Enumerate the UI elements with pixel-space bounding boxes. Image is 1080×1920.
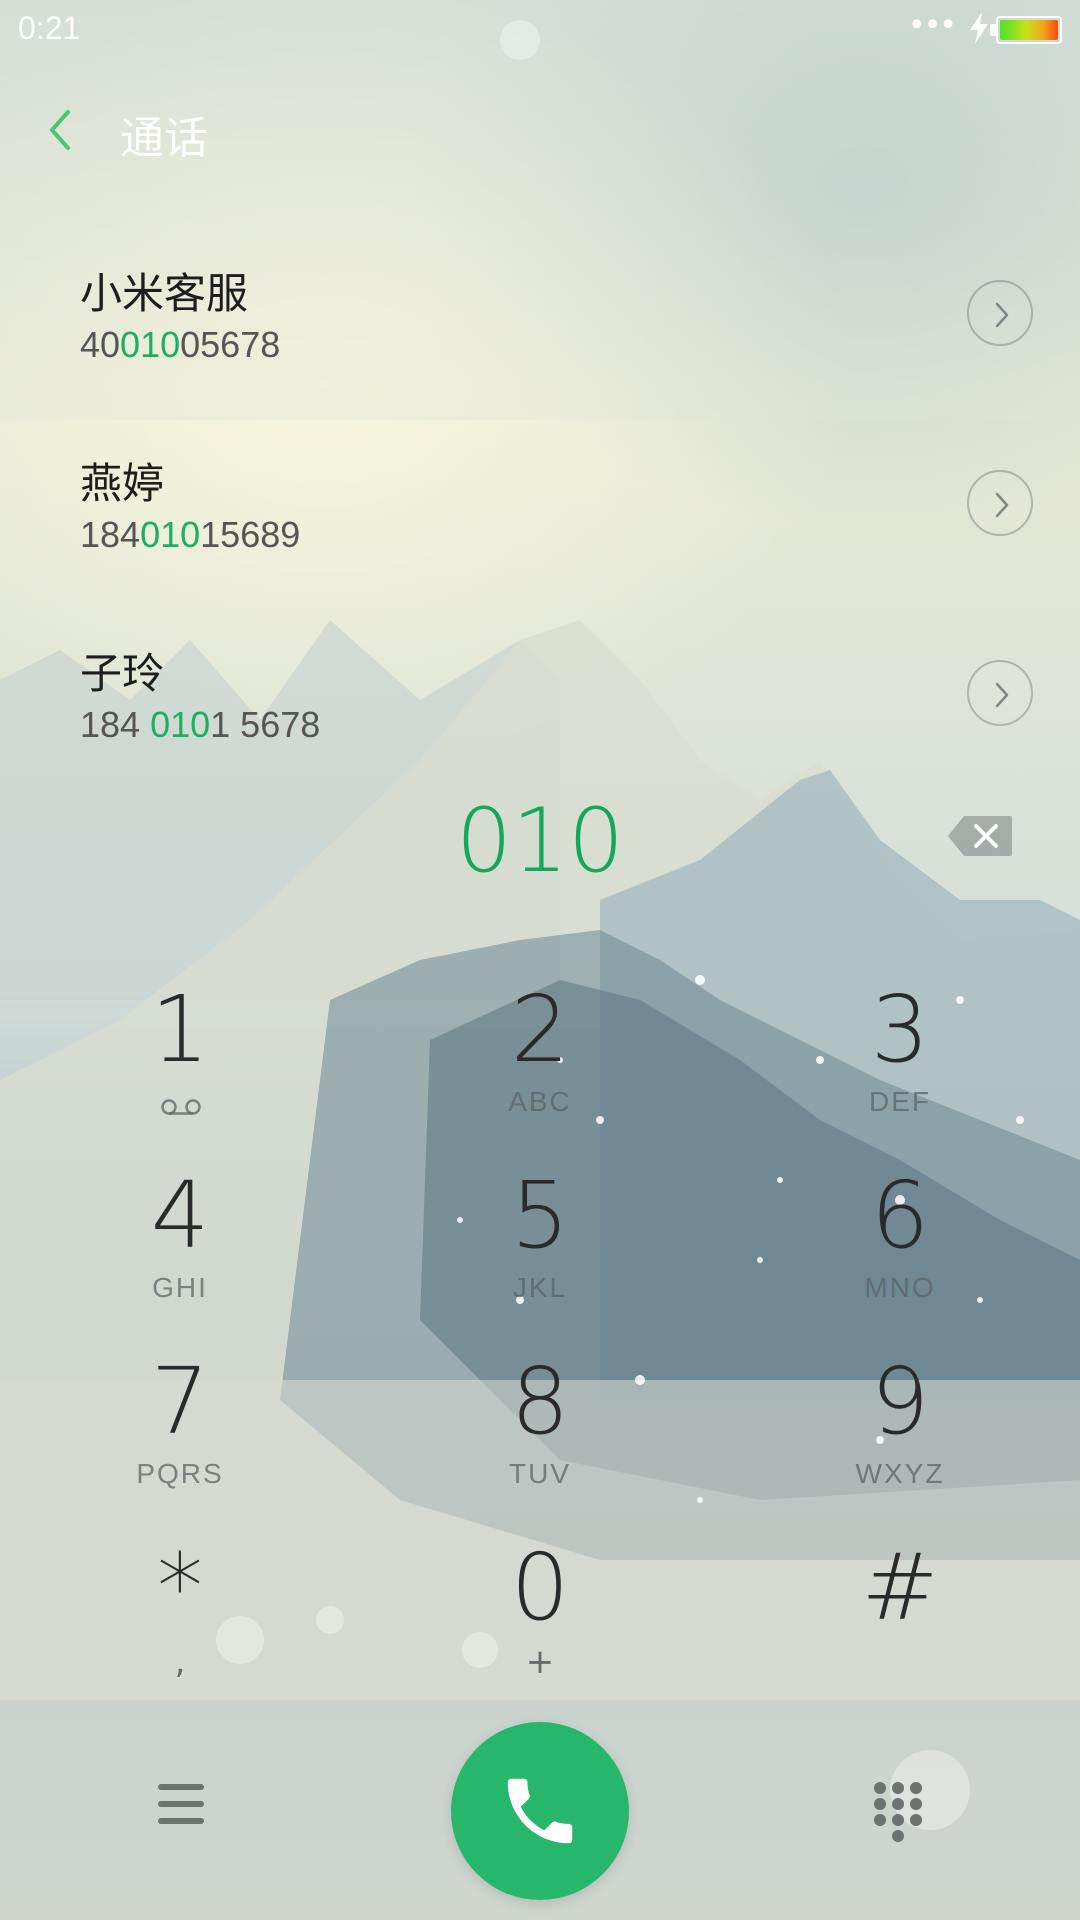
voicemail-icon [161, 1099, 201, 1115]
chevron-right-icon [995, 492, 1009, 518]
contact-detail-button[interactable] [967, 280, 1033, 346]
dialpad-icon[interactable] [872, 1780, 924, 1844]
key-5[interactable]: 5 JKL [360, 1144, 720, 1330]
signal-dots-icon: ••• [907, 8, 957, 43]
key-star[interactable]: * , [0, 1516, 360, 1702]
contact-name: 燕婷 [80, 459, 165, 508]
number-match-highlight: 010 [150, 704, 211, 745]
status-bar: 0:21 ••• [0, 0, 1080, 60]
backspace-icon[interactable] [946, 814, 1014, 858]
contact-detail-button[interactable] [967, 470, 1033, 536]
page-title: 通话 [120, 113, 208, 164]
charging-bolt-icon [970, 12, 988, 44]
contact-name: 小米客服 [80, 269, 249, 318]
number-match-highlight: 010 [120, 324, 181, 365]
call-button[interactable] [451, 1722, 629, 1900]
dialed-number-display: 010 [456, 789, 624, 892]
key-1[interactable]: 1 [0, 958, 360, 1144]
key-hash[interactable]: # [720, 1516, 1080, 1702]
battery-icon [990, 16, 1062, 44]
contact-number: 18401015689 [80, 514, 301, 555]
chevron-right-icon [995, 682, 1009, 708]
chevron-right-icon [995, 302, 1009, 328]
key-7[interactable]: 7 PQRS [0, 1330, 360, 1516]
contact-suggestion[interactable]: 燕婷 18401015689 [0, 412, 1080, 602]
contact-number: 4001005678 [80, 324, 281, 365]
contact-number: 184 0101 5678 [80, 704, 321, 745]
menu-icon[interactable] [158, 1784, 204, 1824]
key-9[interactable]: 9 WXYZ [720, 1330, 1080, 1516]
battery-level [1000, 20, 1058, 40]
dialpad: 1 2 ABC 3 DEF 4 GHI 5 JKL 6 MNO 7 PQRS 8… [0, 958, 1080, 1702]
key-2[interactable]: 2 ABC [360, 958, 720, 1144]
bottom-action-bar [0, 1704, 1080, 1920]
contact-suggestion[interactable]: 小米客服 4001005678 [0, 222, 1080, 412]
contact-detail-button[interactable] [967, 660, 1033, 726]
key-4[interactable]: 4 GHI [0, 1144, 360, 1330]
contact-name: 子玲 [80, 649, 165, 698]
phone-icon [507, 1778, 573, 1844]
header: 通话 [0, 70, 1080, 185]
key-8[interactable]: 8 TUV [360, 1330, 720, 1516]
contact-suggestion[interactable]: 子玲 184 0101 5678 [0, 602, 1080, 792]
number-match-highlight: 010 [140, 514, 201, 555]
key-0[interactable]: 0 + [360, 1516, 720, 1702]
key-3[interactable]: 3 DEF [720, 958, 1080, 1144]
key-6[interactable]: 6 MNO [720, 1144, 1080, 1330]
status-time: 0:21 [18, 10, 81, 46]
chevron-left-icon[interactable] [44, 106, 74, 154]
